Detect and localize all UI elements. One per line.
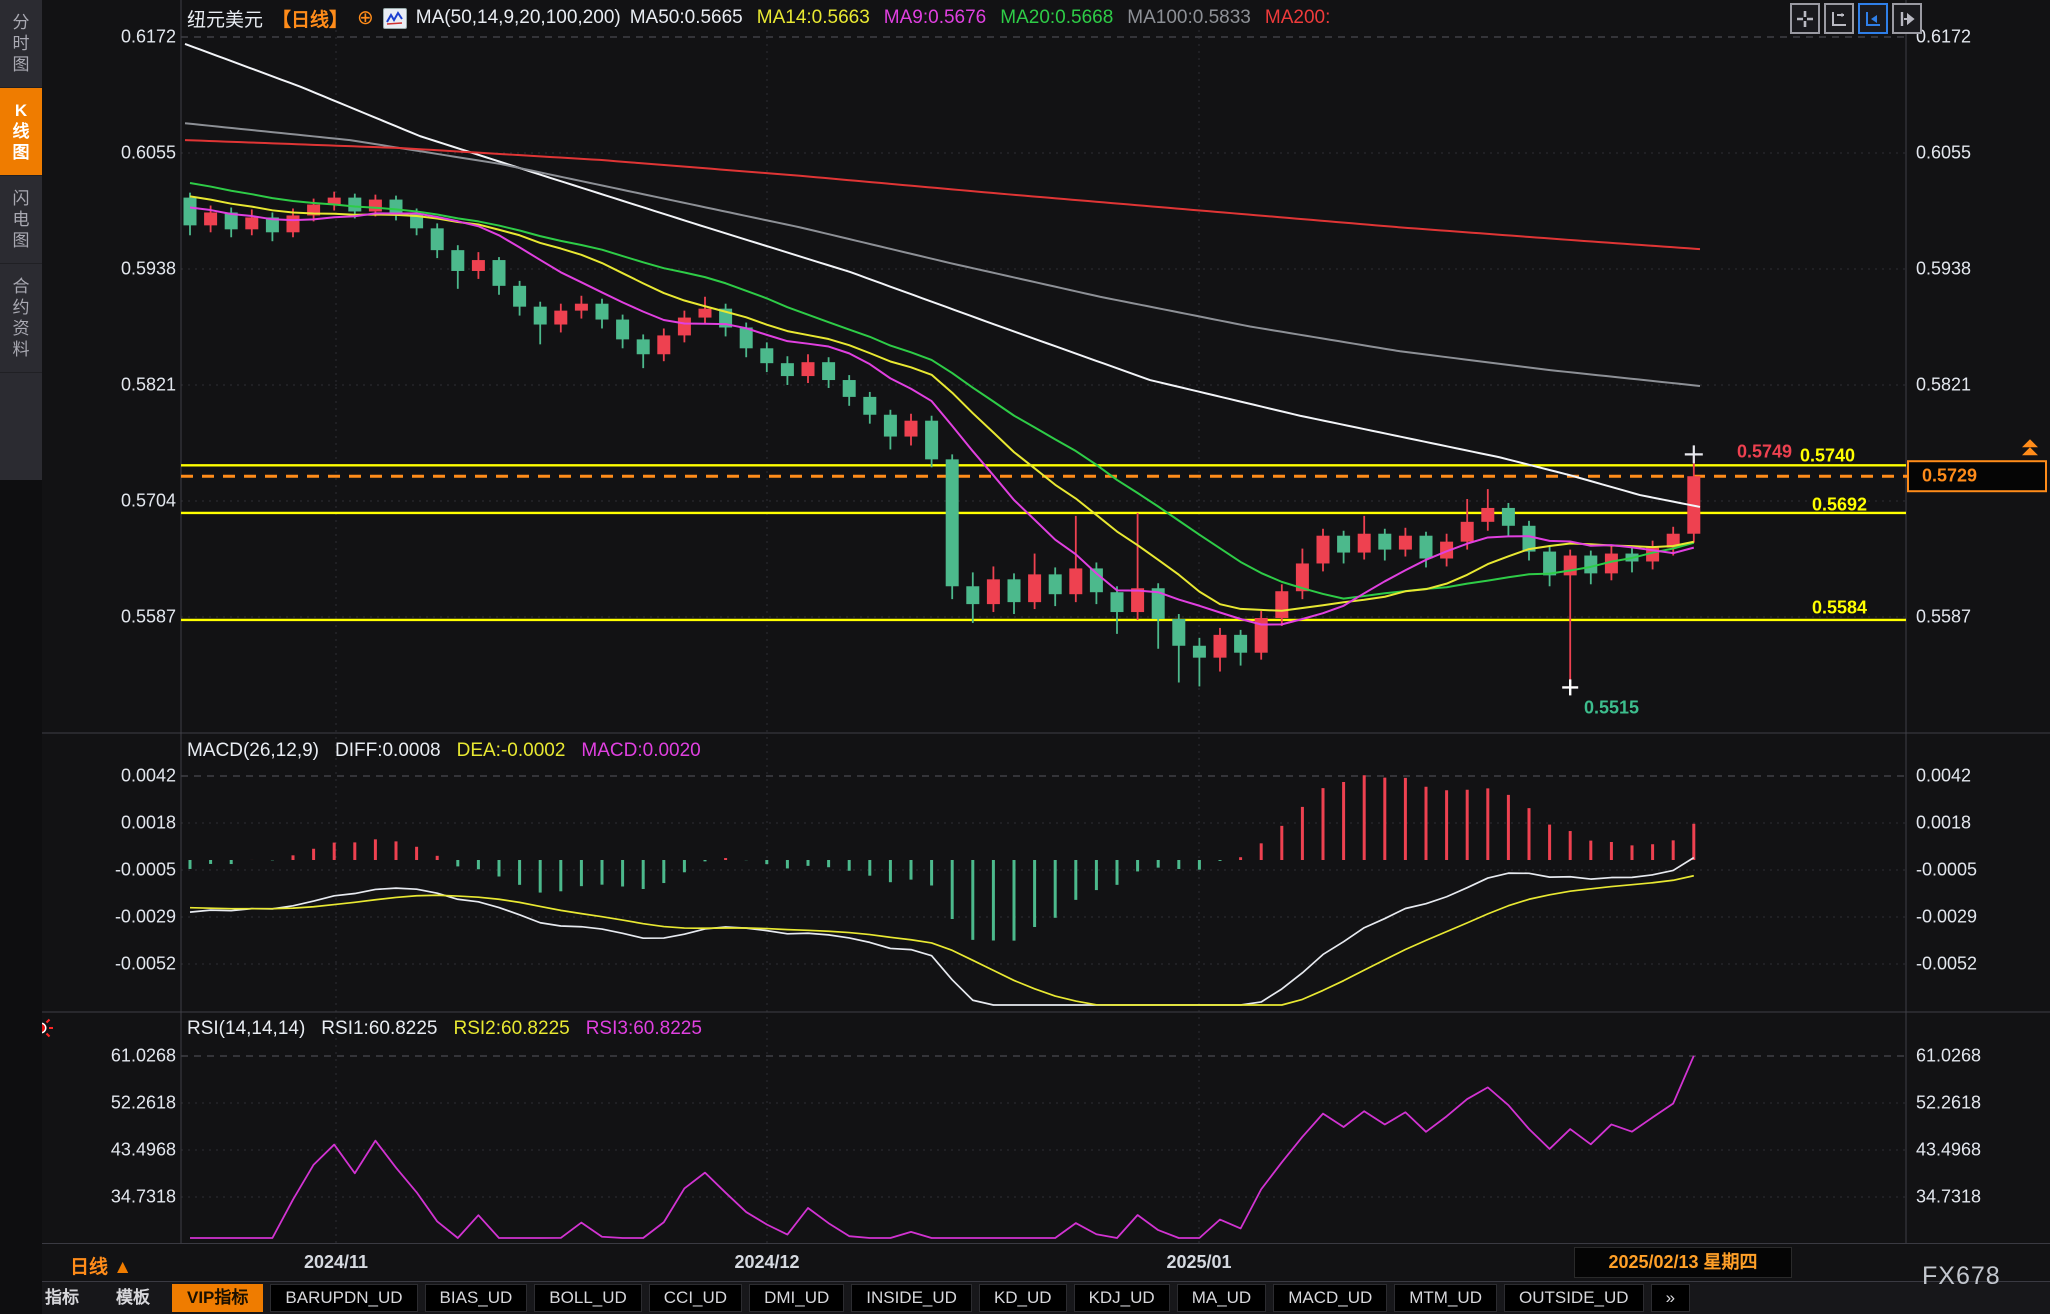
watermark: FX678 — [1922, 1262, 2001, 1291]
period-selector[interactable]: 日线 ▲ — [70, 1252, 132, 1279]
macd-tick-right: -0.0005 — [1916, 860, 1977, 881]
price-tick-right: 0.6172 — [1916, 27, 1971, 48]
ma-settings: MA(50,14,9,20,100,200) — [416, 7, 621, 29]
tab-ma_ud[interactable]: MA_UD — [1177, 1284, 1267, 1312]
sidebar-chart-modes: 分时图K线图闪电图合约资料 — [0, 0, 42, 480]
chevron-up-icon: ▲ — [113, 1257, 132, 1278]
chart-header: 纽元美元【日线】 ⊕ MA(50,14,9,20,100,200) MA50:0… — [187, 6, 1330, 30]
rsi-value-2: RSI3:60.8225 — [586, 1018, 702, 1040]
rsi-value-1: RSI2:60.8225 — [454, 1018, 570, 1040]
rsi-tick-left: 34.7318 — [58, 1187, 176, 1208]
price-tick-left: 0.5821 — [58, 375, 176, 396]
x-axis-strip: 日线 ▲ 2025/02/13 星期四 2024/11 2024/12 2025/0… — [42, 1243, 2050, 1282]
price-tick-right: 0.5821 — [1916, 375, 1971, 396]
tab-inside_ud[interactable]: INSIDE_UD — [851, 1284, 972, 1312]
macd-tick-left: 0.0018 — [58, 813, 176, 834]
symbol-name: 纽元美元 — [187, 5, 263, 32]
rsi-tick-left: 61.0268 — [58, 1046, 176, 1067]
price-tick-left: 0.5704 — [58, 491, 176, 512]
rsi-tick-right: 52.2618 — [1916, 1093, 1981, 1114]
ma-value-4: MA100:0.5833 — [1127, 7, 1251, 29]
sidebar-item-1[interactable]: K线图 — [0, 88, 42, 176]
price-tick-right: 0.5587 — [1916, 607, 1971, 628]
chart-canvas[interactable] — [0, 0, 2050, 1314]
tab-macd_ud[interactable]: MACD_UD — [1273, 1284, 1387, 1312]
rsi-params: RSI(14,14,14) — [187, 1018, 305, 1040]
macd-header: MACD(26,12,9) DIFF:0.0008 DEA:-0.0002 MACD… — [187, 740, 701, 762]
macd-tick-right: -0.0029 — [1916, 907, 1977, 928]
macd-value-0: DIFF:0.0008 — [335, 740, 441, 762]
rsi-tick-right: 43.4968 — [1916, 1140, 1981, 1161]
ma-value-5: MA200: — [1265, 7, 1330, 29]
axis-scale-icon[interactable] — [1824, 3, 1854, 34]
mid-level-label: 0.5692 — [1812, 495, 1867, 516]
ma-value-2: MA9:0.5676 — [884, 7, 986, 29]
crosshair-icon[interactable] — [1790, 3, 1820, 34]
macd-tick-right: 0.0042 — [1916, 766, 1971, 787]
rsi-header: RSI(14,14,14) RSI1:60.8225 RSI2:60.8225 RS… — [187, 1018, 702, 1040]
macd-tick-left: -0.0029 — [58, 907, 176, 928]
resistance-label: 0.5740 — [1800, 446, 1855, 467]
spike-low-label: 0.5515 — [1584, 698, 1639, 719]
current-price-label: 0.5729 — [1922, 466, 1977, 487]
tab-kdj_ud[interactable]: KDJ_UD — [1074, 1284, 1170, 1312]
tab-[interactable]: 模板 — [101, 1284, 165, 1312]
ma-value-1: MA14:0.5663 — [757, 7, 870, 29]
tab-[interactable]: » — [1651, 1284, 1690, 1312]
rsi-tick-right: 61.0268 — [1916, 1046, 1981, 1067]
macd-params: MACD(26,12,9) — [187, 740, 319, 762]
ma-legend: MA50:0.5665 MA14:0.5663 MA9:0.5676 MA20:0.5… — [630, 7, 1331, 29]
axis-play-icon[interactable] — [1858, 3, 1888, 34]
ma-value-3: MA20:0.5668 — [1000, 7, 1113, 29]
tab-dmi_ud[interactable]: DMI_UD — [749, 1284, 844, 1312]
ma-value-0: MA50:0.5665 — [630, 7, 743, 29]
add-overlay-icon[interactable]: ⊕ — [357, 8, 374, 28]
indicator-tabbar: 指标模板VIP指标BARUPDN_UDBIAS_UDBOLL_UDCCI_UDD… — [0, 1281, 2050, 1314]
tab-bias_ud[interactable]: BIAS_UD — [425, 1284, 528, 1312]
tab-outside_ud[interactable]: OUTSIDE_UD — [1504, 1284, 1644, 1312]
macd-value-1: DEA:-0.0002 — [457, 740, 566, 762]
period-tag[interactable]: 【日线】 — [272, 5, 348, 32]
sidebar-item-3[interactable]: 合约资料 — [0, 264, 42, 373]
macd-tick-left: 0.0042 — [58, 766, 176, 787]
rsi-tick-right: 34.7318 — [1916, 1187, 1981, 1208]
price-tick-left: 0.6055 — [58, 143, 176, 164]
macd-tick-right: 0.0018 — [1916, 813, 1971, 834]
macd-tick-left: -0.0052 — [58, 954, 176, 975]
price-tick-right: 0.5938 — [1916, 259, 1971, 280]
rsi-value-0: RSI1:60.8225 — [321, 1018, 437, 1040]
tab-mtm_ud[interactable]: MTM_UD — [1394, 1284, 1497, 1312]
tab-cci_ud[interactable]: CCI_UD — [649, 1284, 742, 1312]
x-tick: 2024/12 — [734, 1252, 799, 1273]
sidebar-item-2[interactable]: 闪电图 — [0, 176, 42, 264]
macd-tick-right: -0.0052 — [1916, 954, 1977, 975]
x-tick: 2025/01 — [1166, 1252, 1231, 1273]
support-label: 0.5584 — [1812, 598, 1867, 619]
tab-kd_ud[interactable]: KD_UD — [979, 1284, 1067, 1312]
x-tick: 2024/11 — [304, 1252, 368, 1273]
crosshair-date-box: 2025/02/13 星期四 — [1574, 1247, 1792, 1278]
tab-barupdn_ud[interactable]: BARUPDN_UD — [270, 1284, 417, 1312]
macd-tick-left: -0.0005 — [58, 860, 176, 881]
rsi-tick-left: 43.4968 — [58, 1140, 176, 1161]
macd-value-2: MACD:0.0020 — [581, 740, 700, 762]
price-tick-left: 0.5587 — [58, 607, 176, 628]
chart-toolbar — [1790, 3, 1922, 34]
mini-chart-icon[interactable] — [383, 8, 407, 29]
tab-boll_ud[interactable]: BOLL_UD — [534, 1284, 641, 1312]
tab-vip[interactable]: VIP指标 — [172, 1284, 263, 1312]
rsi-tick-left: 52.2618 — [58, 1093, 176, 1114]
jump-to-end-icon[interactable] — [1892, 3, 1922, 34]
price-tick-right: 0.6055 — [1916, 143, 1971, 164]
trading-app-window: 分时图K线图闪电图合约资料 纽元美元【日线】 ⊕ MA(50,14,9,20,1… — [0, 0, 2050, 1314]
price-tick-left: 0.5938 — [58, 259, 176, 280]
sidebar-item-0[interactable]: 分时图 — [0, 0, 42, 88]
price-tick-left: 0.6172 — [58, 27, 176, 48]
session-high-label: 0.5749 — [1737, 442, 1792, 463]
